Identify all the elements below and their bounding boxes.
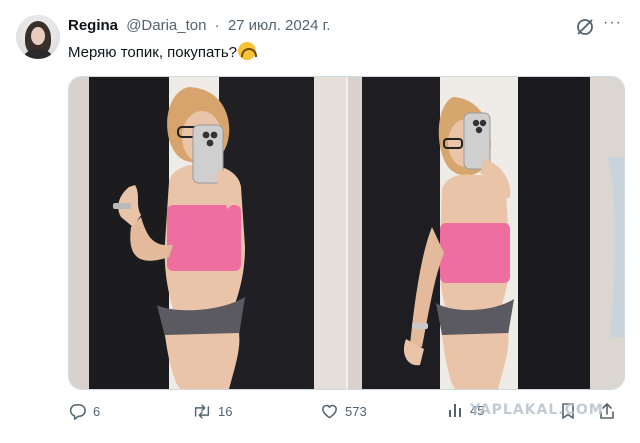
retweet-button[interactable]: 16 bbox=[192, 402, 232, 421]
avatar-body bbox=[24, 49, 52, 59]
like-count: 573 bbox=[345, 403, 367, 419]
reply-button[interactable]: 6 bbox=[68, 402, 100, 421]
tweet-text: Меряю топик, покупать? bbox=[68, 42, 258, 61]
upside-down-face-emoji bbox=[238, 42, 258, 60]
separator-dot: · bbox=[214, 17, 220, 34]
retweet-count: 16 bbox=[218, 404, 233, 419]
avatar[interactable] bbox=[16, 15, 60, 59]
more-icon[interactable]: ··· bbox=[603, 14, 625, 36]
reply-count: 6 bbox=[93, 404, 101, 419]
author-name[interactable]: Regina bbox=[68, 17, 118, 34]
like-button[interactable]: 573 bbox=[320, 402, 367, 420]
watermark: YAPLAKAL.COM bbox=[470, 402, 604, 418]
heart-icon bbox=[320, 402, 339, 420]
photo-mirror-selfie-right[interactable] bbox=[348, 77, 624, 389]
tweet-text-content: Меряю топик, покупать? bbox=[68, 44, 238, 61]
retweet-icon bbox=[192, 402, 212, 421]
avatar-face bbox=[31, 27, 45, 45]
tweet-media[interactable] bbox=[68, 76, 625, 390]
grok-icon[interactable] bbox=[574, 16, 596, 38]
author-handle[interactable]: @Daria_ton bbox=[126, 17, 206, 34]
reply-icon bbox=[68, 402, 87, 421]
tweet-header: Regina @Daria_ton · 27 июл. 2024 г. bbox=[68, 17, 330, 34]
views-icon bbox=[448, 402, 464, 418]
tweet-date[interactable]: 27 июл. 2024 г. bbox=[228, 17, 331, 34]
photo-mirror-selfie-left[interactable] bbox=[69, 77, 346, 389]
